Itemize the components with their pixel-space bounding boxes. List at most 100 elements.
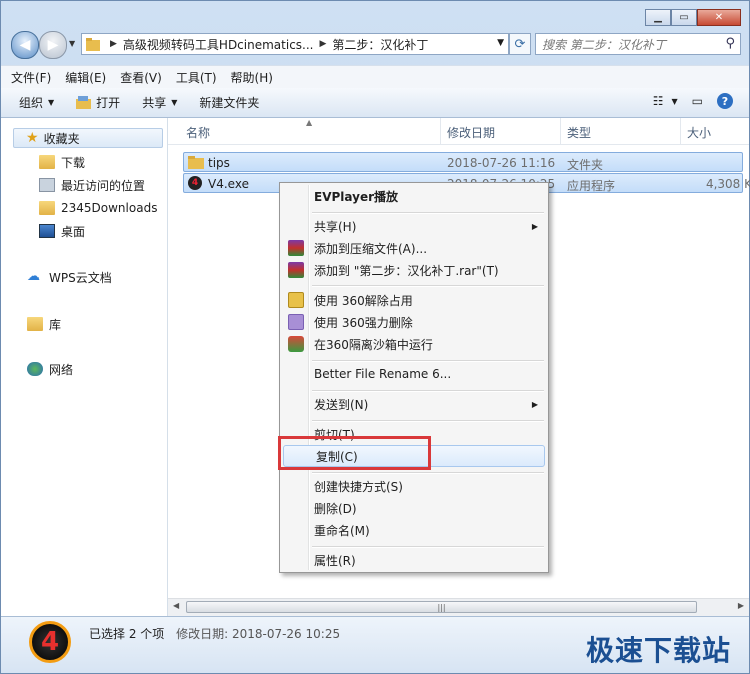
minimize-button[interactable]: ▁	[645, 9, 671, 26]
network-icon	[27, 362, 43, 376]
search-icon[interactable]: ⚲	[725, 36, 735, 51]
menu-separator	[312, 285, 544, 287]
folder-icon	[39, 155, 55, 169]
selection-count: 已选择 2 个项	[89, 627, 165, 641]
view-controls: ☷ ▼ ▭ ?	[639, 93, 733, 109]
menu-item-better-file-rename[interactable]: Better File Rename 6...	[282, 363, 546, 385]
menu-label: 使用 360解除占用	[314, 293, 413, 308]
app-icon: 4	[188, 176, 202, 190]
nav-label: 桌面	[61, 224, 86, 239]
nav-item-recent-places[interactable]: 最近访问的位置	[39, 175, 145, 195]
menu-item-360-delete[interactable]: 使用 360强力删除	[282, 311, 546, 333]
nav-item-downloads[interactable]: 下载	[39, 152, 85, 172]
file-type: 应用程序	[567, 179, 616, 193]
nav-item-network[interactable]: 网络	[27, 359, 73, 379]
scroll-right-icon[interactable]: ▶	[738, 601, 744, 610]
file-type: 文件夹	[567, 158, 604, 172]
menu-label: 删除(D)	[314, 501, 357, 516]
recent-pages-dropdown[interactable]: ▼	[69, 39, 75, 48]
library-icon	[27, 317, 43, 331]
command-bar: 组织 ▼ 打开 共享 ▼ 新建文件夹 ☷ ▼ ▭ ?	[1, 88, 749, 118]
share-label: 共享	[142, 96, 167, 110]
chevron-down-icon: ▼	[171, 98, 178, 107]
menu-item-360-sandbox[interactable]: 在360隔离沙箱中运行	[282, 333, 546, 355]
desktop-icon	[39, 224, 55, 238]
nav-item-wps-cloud[interactable]: ☁ WPS云文档	[27, 267, 112, 287]
menu-view[interactable]: 查看(V)	[120, 69, 162, 86]
sandbox-icon	[288, 336, 304, 352]
menu-item-share[interactable]: 共享(H) ▶	[282, 215, 546, 237]
nav-label: WPS云文档	[49, 270, 112, 285]
column-name[interactable]: 名称	[186, 124, 210, 141]
submenu-arrow-icon: ▶	[531, 399, 538, 409]
breadcrumb-current[interactable]: 第二步：汉化补丁	[332, 36, 428, 53]
nav-item-desktop[interactable]: 桌面	[39, 221, 85, 241]
menu-item-360-unlock[interactable]: 使用 360解除占用	[282, 289, 546, 311]
sort-arrow-icon: ▲	[306, 118, 313, 127]
open-icon	[76, 95, 92, 109]
menu-label: 共享(H)	[314, 219, 357, 234]
refresh-button[interactable]: ⟳	[509, 33, 531, 55]
selection-info: 已选择 2 个项 修改日期: 2018-07-26 10:25	[89, 625, 340, 642]
new-folder-label: 新建文件夹	[199, 96, 260, 110]
menu-item-evplayer[interactable]: EVPlayer播放	[282, 185, 546, 207]
column-type[interactable]: 类型	[567, 124, 591, 141]
menu-help[interactable]: 帮助(H)	[231, 69, 273, 86]
nav-item-2345downloads[interactable]: 2345Downloads	[39, 198, 157, 218]
maximize-button[interactable]: ▭	[671, 9, 697, 26]
menu-label: 创建快捷方式(S)	[314, 479, 403, 494]
forward-button[interactable]: ▶	[39, 31, 67, 59]
file-name: V4.exe	[208, 177, 249, 191]
menu-label: 添加到压缩文件(A)...	[314, 241, 428, 256]
menu-item-create-shortcut[interactable]: 创建快捷方式(S)	[282, 475, 546, 497]
share-button[interactable]: 共享 ▼	[142, 94, 177, 111]
menu-item-send-to[interactable]: 发送到(N) ▶	[282, 393, 546, 415]
highlight-annotation-box	[278, 436, 431, 470]
back-button[interactable]: ◀	[11, 31, 39, 59]
address-dropdown-icon[interactable]: ▼	[497, 38, 504, 48]
menu-label: EVPlayer播放	[314, 189, 399, 204]
scroll-left-icon[interactable]: ◀	[173, 601, 179, 610]
preview-pane-icon[interactable]: ▭	[692, 94, 703, 108]
menu-file[interactable]: 文件(F)	[11, 69, 51, 86]
menu-item-rename[interactable]: 重命名(M)	[282, 519, 546, 541]
breadcrumb-parent[interactable]: 高级视频转码工具HDcinematics...	[123, 36, 314, 53]
menu-item-add-archive[interactable]: 添加到压缩文件(A)...	[282, 237, 546, 259]
scrollbar-thumb[interactable]: |||	[186, 601, 697, 613]
column-divider[interactable]	[560, 118, 561, 144]
menu-edit[interactable]: 编辑(E)	[65, 69, 106, 86]
column-size[interactable]: 大小	[687, 124, 711, 141]
organize-button[interactable]: 组织 ▼	[19, 94, 54, 111]
file-row-tips[interactable]: tips 2018-07-26 11:16 文件夹	[183, 152, 743, 172]
app-thumbnail-icon: 4	[29, 621, 71, 663]
favorites-header[interactable]: ★ 收藏夹	[13, 128, 163, 148]
winrar-icon	[288, 262, 304, 278]
menu-label: 发送到(N)	[314, 397, 369, 412]
search-input[interactable]: 搜索 第二步：汉化补丁 ⚲	[535, 33, 741, 55]
menu-item-properties[interactable]: 属性(R)	[282, 549, 546, 571]
menu-separator	[312, 546, 544, 548]
open-button[interactable]: 打开	[76, 94, 120, 111]
file-size: 4,308 K	[705, 177, 750, 191]
column-divider[interactable]	[680, 118, 681, 144]
nav-item-library[interactable]: 库	[27, 314, 61, 334]
close-button[interactable]: ✕	[697, 9, 741, 26]
menu-separator	[312, 390, 544, 392]
column-date[interactable]: 修改日期	[447, 124, 495, 141]
cloud-icon: ☁	[27, 269, 40, 284]
menu-item-delete[interactable]: 删除(D)	[282, 497, 546, 519]
view-options-icon[interactable]: ☷	[653, 94, 664, 108]
horizontal-scrollbar[interactable]: ◀ ||| ▶	[168, 598, 749, 616]
unlock-icon	[288, 292, 304, 308]
menu-tools[interactable]: 工具(T)	[176, 69, 217, 86]
column-divider[interactable]	[440, 118, 441, 144]
menu-separator	[312, 472, 544, 474]
view-dropdown-icon[interactable]: ▼	[672, 97, 678, 106]
address-bar[interactable]: ▶ 高级视频转码工具HDcinematics... ▶ 第二步：汉化补丁 ▼	[81, 33, 509, 55]
menu-item-add-to-rar[interactable]: 添加到 "第二步：汉化补丁.rar"(T)	[282, 259, 546, 281]
menu-label: 属性(R)	[314, 553, 356, 568]
breadcrumb-separator-icon: ▶	[319, 39, 327, 49]
menu-label: 在360隔离沙箱中运行	[314, 337, 433, 352]
help-icon[interactable]: ?	[717, 93, 733, 109]
new-folder-button[interactable]: 新建文件夹	[199, 94, 259, 111]
